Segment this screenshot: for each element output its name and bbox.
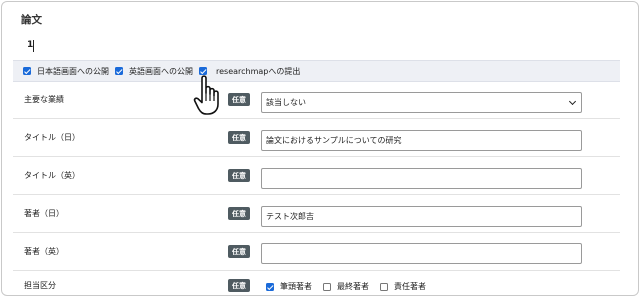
main-achievement-select[interactable]: 該当しない bbox=[261, 92, 582, 113]
role-label: 担当区分 bbox=[24, 281, 56, 290]
author-en-input[interactable] bbox=[261, 243, 582, 264]
row-role: 担当区分 任意 筆頭著者 最終著者 責任著者 bbox=[13, 271, 620, 295]
main-achievement-value: 該当しない bbox=[266, 98, 306, 107]
publish-japanese-checkbox[interactable] bbox=[23, 67, 31, 75]
role-last-author-checkbox[interactable] bbox=[323, 282, 331, 291]
chevron-down-icon bbox=[568, 97, 577, 105]
main-achievement-label: 主要な業績 bbox=[24, 95, 64, 104]
role-first-author[interactable]: 筆頭著者 bbox=[266, 281, 312, 292]
publish-english-checkbox[interactable] bbox=[115, 67, 123, 75]
publish-english-option[interactable]: 英語画面への公開 bbox=[115, 66, 193, 77]
publish-options-bar: 日本語画面への公開 英語画面への公開 researchmapへの提出 bbox=[13, 60, 620, 82]
role-first-author-checkbox[interactable] bbox=[266, 282, 274, 291]
optional-badge: 任意 bbox=[228, 131, 250, 144]
publish-japanese-option[interactable]: 日本語画面への公開 bbox=[23, 66, 109, 77]
role-corresponding-author-label: 責任著者 bbox=[394, 282, 426, 291]
optional-badge: 任意 bbox=[228, 93, 250, 106]
title-ja-label: タイトル（日） bbox=[24, 133, 80, 142]
publish-english-label: 英語画面への公開 bbox=[129, 66, 193, 76]
hand-cursor-icon bbox=[193, 75, 219, 115]
role-options: 筆頭著者 最終著者 責任著者 bbox=[266, 281, 437, 292]
role-corresponding-author-checkbox[interactable] bbox=[380, 282, 388, 291]
row-title-en: タイトル（英） 任意 bbox=[13, 157, 620, 195]
publish-japanese-label: 日本語画面への公開 bbox=[37, 66, 109, 76]
optional-badge: 任意 bbox=[228, 207, 250, 220]
author-ja-label: 著者（日） bbox=[24, 209, 64, 218]
title-en-input[interactable] bbox=[261, 168, 582, 189]
title-ja-input[interactable]: 論文におけるサンプルについての研究 bbox=[261, 130, 582, 151]
role-corresponding-author[interactable]: 責任著者 bbox=[380, 281, 426, 292]
text-caret bbox=[33, 40, 34, 52]
row-main-achievement: 主要な業績 任意 該当しない bbox=[13, 83, 620, 119]
role-first-author-label: 筆頭著者 bbox=[280, 282, 312, 291]
author-ja-input[interactable]: テスト次郎吉 bbox=[261, 206, 582, 227]
role-last-author[interactable]: 最終著者 bbox=[323, 281, 369, 292]
row-author-ja: 著者（日） 任意 テスト次郎吉 bbox=[13, 195, 620, 233]
author-en-label: 著者（英） bbox=[24, 247, 64, 256]
optional-badge: 任意 bbox=[228, 279, 250, 292]
optional-badge: 任意 bbox=[228, 169, 250, 182]
row-title-ja: タイトル（日） 任意 論文におけるサンプルについての研究 bbox=[13, 119, 620, 157]
optional-badge: 任意 bbox=[228, 245, 250, 258]
section-title: 論文 bbox=[21, 14, 42, 26]
paper-form: 論文 1 日本語画面への公開 英語画面への公開 researchmapへの提出 … bbox=[1, 1, 639, 296]
row-author-en: 著者（英） 任意 bbox=[13, 233, 620, 271]
role-last-author-label: 最終著者 bbox=[337, 282, 369, 291]
title-en-label: タイトル（英） bbox=[24, 171, 80, 180]
researchmap-submit-label: researchmapへの提出 bbox=[216, 66, 301, 76]
